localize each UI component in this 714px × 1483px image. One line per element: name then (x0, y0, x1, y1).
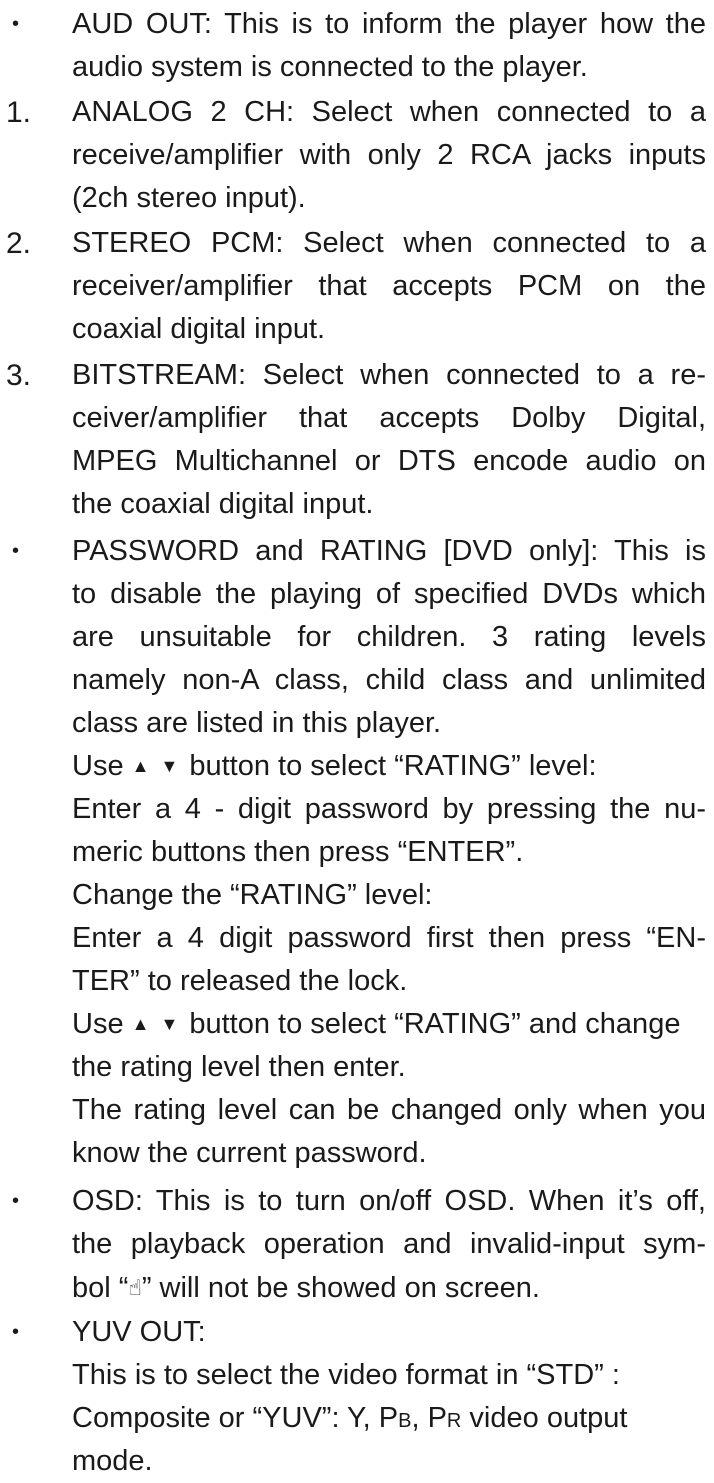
text-line: receiver/amplifier that accepts PCM on t… (72, 270, 706, 302)
text-line: AUD OUT: This is to inform the player ho… (72, 8, 706, 40)
text-line: are unsuitable for children. 3 rating le… (72, 621, 706, 653)
text-line: This is to select the video format in “S… (72, 1359, 620, 1391)
text-line: Composite or “YUV”: Y, PB, PR video outp… (72, 1397, 706, 1440)
text-fragment: button to select “RATING” and change (189, 1008, 681, 1040)
text-line: Use ▲ ▼ button to select “RATING” and ch… (72, 1003, 706, 1046)
number-marker: 3. (6, 359, 32, 392)
text-fragment: bol “ (72, 1272, 129, 1304)
text-line: PASSWORD and RATING [DVD only]: This is (72, 535, 706, 567)
up-down-arrows-icon: ▲ ▼ (131, 756, 182, 776)
text-line: STEREO PCM: Select when connected to a (72, 227, 706, 259)
hand-icon: ☝ (128, 1275, 142, 1300)
text-line: receive/amplifier with only 2 RCA jacks … (72, 139, 706, 171)
text-line: audio system is connected to the player. (72, 51, 588, 83)
text-line: meric buttons then press “ENTER”. (72, 836, 524, 868)
text-line: bol “☝” will not be showed on screen. (72, 1266, 706, 1309)
text-fragment: , P (411, 1402, 447, 1434)
osd-text: OSD: This is to turn on/off OSD. When it… (72, 1180, 706, 1309)
text-line: the coaxial digital input. (72, 488, 374, 520)
analog-2ch-text: ANALOG 2 CH: Select when connected to a … (72, 91, 706, 220)
text-line: (2ch stereo input). (72, 182, 306, 214)
text-line: Use ▲ ▼ button to select “RATING” level: (72, 745, 706, 788)
bullet-marker: • (12, 540, 20, 562)
bullet-marker: • (12, 13, 20, 35)
number-marker: 1. (6, 96, 32, 129)
number-marker: 2. (6, 227, 32, 260)
bullet-marker: • (12, 1190, 20, 1212)
text-line: class are listed in this player. (72, 707, 442, 739)
text-line: Enter a 4 - digit password by pressing t… (72, 793, 706, 825)
text-line: coaxial digital input. (72, 313, 326, 345)
text-fragment: button to select “RATING” level: (189, 750, 597, 782)
aud-out-text: AUD OUT: This is to inform the player ho… (72, 3, 706, 89)
text-line: ceiver/amplifier that accepts Dolby Digi… (72, 402, 706, 434)
text-line: to disable the playing of specified DVDs… (72, 578, 706, 610)
text-line: know the current password. (72, 1137, 427, 1169)
text-fragment: R (446, 1410, 462, 1432)
text-line: the playback operation and invalid-input… (72, 1228, 706, 1260)
text-line: namely non-A class, child class and unli… (72, 664, 706, 696)
up-down-arrows-icon: ▲ ▼ (131, 1014, 182, 1034)
text-line: Enter a 4 digit password first then pres… (72, 922, 706, 954)
text-line: The rating level can be changed only whe… (72, 1094, 706, 1126)
text-line: TER” to released the lock. (72, 965, 408, 997)
bullet-marker: • (12, 1321, 20, 1343)
text-line: MPEG Multichannel or DTS encode audio on (72, 445, 706, 477)
stereo-pcm-text: STEREO PCM: Select when connected to a r… (72, 222, 706, 351)
text-fragment: ” will not be showed on screen. (141, 1272, 540, 1304)
text-line: the rating level then enter. (72, 1051, 406, 1083)
bitstream-text: BITSTREAM: Select when connected to a re… (72, 354, 706, 526)
text-line: BITSTREAM: Select when connected to a re… (72, 359, 706, 391)
text-fragment: Use (72, 1008, 124, 1040)
text-line: Change the “RATING” level: (72, 879, 433, 911)
text-line: mode. (72, 1445, 153, 1477)
yuv-out-text: YUV OUT: This is to select the video for… (72, 1311, 706, 1483)
password-rating-text: PASSWORD and RATING [DVD only]: This is … (72, 530, 706, 1175)
text-fragment: Composite or “YUV”: Y, P (72, 1402, 399, 1434)
text-fragment: Use (72, 750, 124, 782)
text-fragment: B (398, 1410, 412, 1432)
text-line: YUV OUT: (72, 1316, 206, 1348)
text-line: OSD: This is to turn on/off OSD. When it… (72, 1185, 706, 1217)
text-fragment: video output (461, 1402, 628, 1434)
manual-page: • AUD OUT: This is to inform the player … (0, 0, 714, 1477)
text-line: ANALOG 2 CH: Select when connected to a (72, 96, 706, 128)
